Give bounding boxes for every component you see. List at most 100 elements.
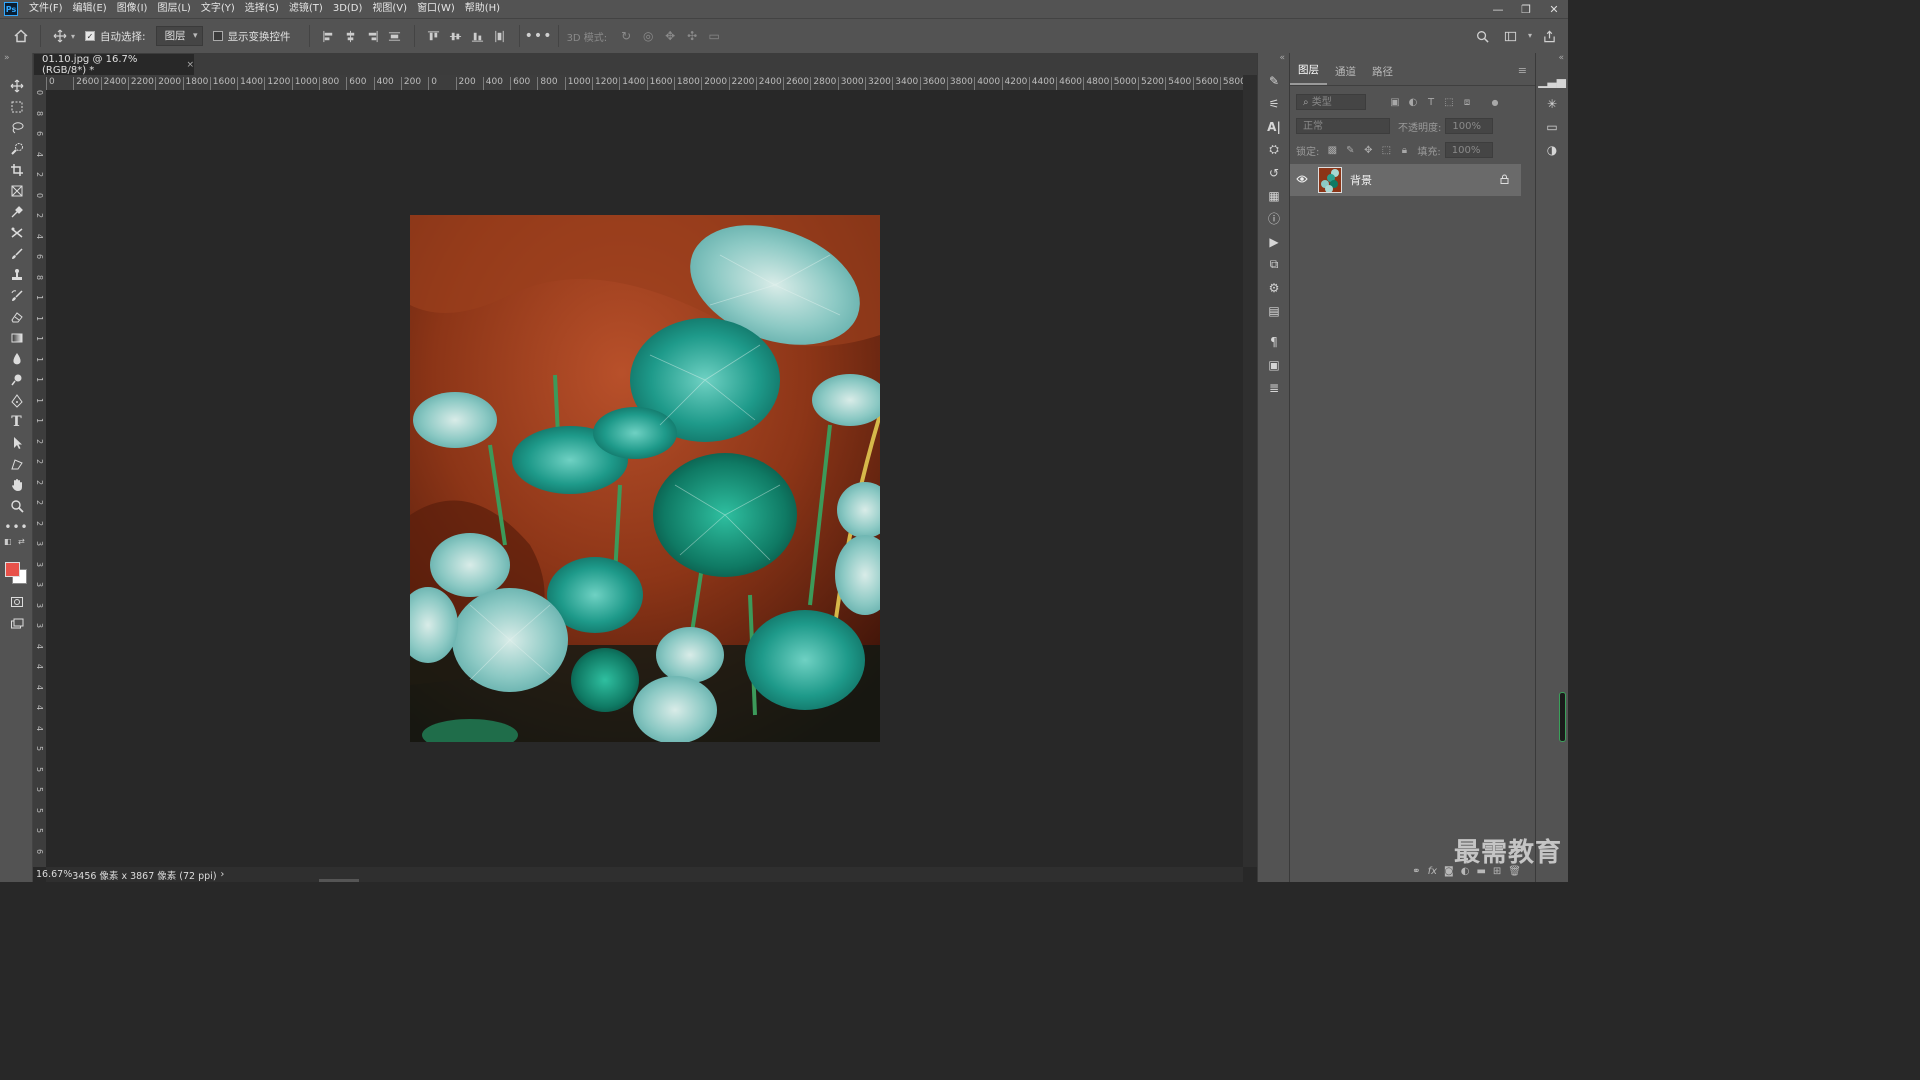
glyphs-icon[interactable]: ▣ (1258, 353, 1290, 376)
screen-mode-icon[interactable] (0, 613, 33, 634)
close-tab-icon[interactable]: × (186, 60, 194, 70)
layer-style-icon[interactable]: fx (1428, 866, 1437, 877)
menu-help[interactable]: 帮助(H) (460, 0, 505, 18)
restore-button[interactable]: ❐ (1512, 0, 1540, 18)
align-top-icon[interactable] (423, 25, 445, 47)
timeline-icon[interactable]: ▤ (1258, 299, 1290, 322)
lock-transparent-icon[interactable]: ▩ (1323, 142, 1341, 158)
patch-tool-icon[interactable] (0, 222, 33, 243)
type-tool-icon[interactable]: T (0, 411, 33, 432)
default-colors-icon[interactable]: ◧ (4, 537, 12, 546)
brush-tool-icon[interactable] (0, 243, 33, 264)
filter-shape-icon[interactable]: ⬚ (1440, 94, 1458, 110)
align-center-icon[interactable] (340, 25, 362, 47)
eraser-tool-icon[interactable] (0, 306, 33, 327)
adjustments-icon[interactable]: ⚟ (1258, 92, 1290, 115)
filter-toggle-icon[interactable]: ● (1486, 94, 1504, 110)
filter-type-icon[interactable]: T (1422, 94, 1440, 110)
opacity-input[interactable]: 100% (1445, 118, 1494, 134)
link-layers-icon[interactable]: ⚭ (1412, 866, 1420, 877)
tab-paths[interactable]: 路径 (1364, 64, 1401, 85)
vertical-ruler[interactable]: 086420246811111112222233333444445555566 (33, 90, 47, 867)
lock-position-icon[interactable]: ✥ (1359, 142, 1377, 158)
notes-icon[interactable]: ≣ (1258, 376, 1290, 399)
menu-view[interactable]: 视图(V) (367, 0, 412, 18)
edit-toolbar-icon[interactable]: ••• (0, 516, 33, 537)
lock-artboard-icon[interactable]: ⬚ (1377, 142, 1395, 158)
lock-all-icon[interactable]: 🔒︎ (1395, 142, 1413, 158)
document-tab[interactable]: 01.10.jpg @ 16.7%(RGB/8*) * × (34, 54, 194, 76)
collapse-icon[interactable]: » (0, 53, 32, 75)
distribute-vertical-icon[interactable] (384, 25, 406, 47)
menu-layer[interactable]: 图层(L) (152, 0, 195, 18)
clone-source-icon[interactable]: ⛭ (1258, 138, 1290, 161)
quick-selection-tool-icon[interactable] (0, 138, 33, 159)
lasso-tool-icon[interactable] (0, 117, 33, 138)
3d-icon[interactable]: ⚙ (1258, 276, 1290, 299)
character-icon[interactable]: A| (1258, 115, 1290, 138)
hand-tool-icon[interactable] (0, 474, 33, 495)
actions-icon[interactable]: ▶ (1258, 230, 1290, 253)
history-brush-tool-icon[interactable] (0, 285, 33, 306)
visibility-eye-icon[interactable] (1290, 174, 1314, 187)
3d-camera-icon[interactable]: ▭ (703, 25, 725, 47)
close-button[interactable]: ✕ (1540, 0, 1568, 18)
histogram-icon[interactable]: ▁▃▅ (1536, 69, 1568, 92)
align-middle-icon[interactable] (445, 25, 467, 47)
dodge-tool-icon[interactable] (0, 369, 33, 390)
gradient-tool-icon[interactable] (0, 327, 33, 348)
marquee-tool-icon[interactable] (0, 96, 33, 117)
align-bottom-icon[interactable] (467, 25, 489, 47)
info-icon[interactable]: ⓘ (1258, 207, 1290, 230)
menu-edit[interactable]: 编辑(E) (68, 0, 112, 18)
move-tool-icon[interactable] (0, 75, 33, 96)
layer-lock-icon[interactable] (1500, 174, 1509, 187)
zoom-level[interactable]: 16.67% (36, 869, 72, 880)
crop-tool-icon[interactable] (0, 159, 33, 180)
status-menu-arrow[interactable]: › (221, 869, 225, 880)
swap-colors-icon[interactable]: ⇄ (18, 537, 25, 546)
layer-row-background[interactable]: 背景 (1290, 164, 1521, 196)
tab-channels[interactable]: 通道 (1327, 64, 1364, 85)
menu-filter[interactable]: 滤镜(T) (284, 0, 328, 18)
ruler-origin[interactable] (33, 75, 46, 90)
vertical-scrollbar[interactable] (1243, 75, 1257, 867)
frame-tool-icon[interactable] (0, 180, 33, 201)
move-tool-preset-icon[interactable] (49, 25, 71, 47)
tab-layers[interactable]: 图层 (1290, 62, 1327, 85)
horizontal-ruler[interactable]: 0 2600 2400 2200 2000 1800 1600 1400 1200 1000 800… (46, 75, 1243, 91)
chevron-down-icon[interactable]: ▾ (1528, 25, 1532, 47)
layer-name[interactable]: 背景 (1350, 172, 1500, 188)
filter-smart-object-icon[interactable]: ⧈ (1458, 94, 1476, 110)
menu-image[interactable]: 图像(I) (112, 0, 153, 18)
filter-pixel-icon[interactable]: ▣ (1386, 94, 1404, 110)
swatches-icon[interactable]: ⧉ (1258, 253, 1290, 276)
brush-settings-icon[interactable]: ✎ (1258, 69, 1290, 92)
add-mask-icon[interactable]: ◙ (1444, 866, 1454, 877)
menu-select[interactable]: 选择(S) (240, 0, 284, 18)
foreground-color-swatch[interactable] (5, 562, 20, 577)
3d-orbit-icon[interactable]: ↻ (615, 25, 637, 47)
home-icon[interactable] (10, 25, 32, 47)
menu-window[interactable]: 窗口(W) (412, 0, 460, 18)
3d-roll-icon[interactable]: ◎ (637, 25, 659, 47)
properties-icon[interactable]: ▭ (1536, 115, 1568, 138)
color-icon[interactable]: ◑ (1536, 138, 1568, 161)
collapse-icon[interactable]: « (1536, 53, 1568, 69)
workspace-icon[interactable] (1500, 25, 1522, 47)
filter-adjustment-icon[interactable]: ◐ (1404, 94, 1422, 110)
clone-stamp-tool-icon[interactable] (0, 264, 33, 285)
menu-file[interactable]: 文件(F) (24, 0, 68, 18)
menu-type[interactable]: 文字(Y) (196, 0, 240, 18)
more-options-icon[interactable]: ••• (525, 25, 552, 47)
path-selection-tool-icon[interactable] (0, 432, 33, 453)
blend-mode-dropdown[interactable]: 正常 (1296, 118, 1390, 134)
layer-filter-dropdown[interactable]: ⌕ 类型 (1296, 94, 1366, 110)
libraries-icon[interactable]: ▦ (1258, 184, 1290, 207)
search-icon[interactable] (1472, 25, 1494, 47)
show-transform-checkbox[interactable] (212, 31, 223, 41)
eyedropper-tool-icon[interactable] (0, 201, 33, 222)
align-right-icon[interactable] (362, 25, 384, 47)
distribute-horizontal-icon[interactable] (489, 25, 511, 47)
paragraph-icon[interactable]: ¶ (1258, 330, 1290, 353)
